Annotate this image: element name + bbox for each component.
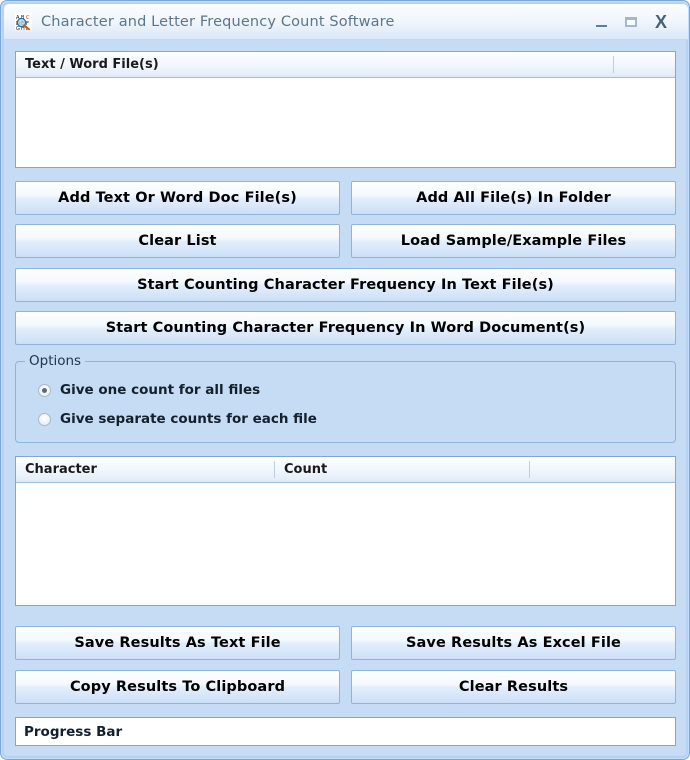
file-list-panel[interactable]: Text / Word File(s) — [15, 51, 676, 168]
clear-results-button[interactable]: Clear Results — [351, 670, 676, 704]
results-column-character[interactable]: Character — [25, 457, 97, 482]
results-column-divider-2[interactable] — [529, 461, 530, 478]
add-text-or-word-doc-files-button[interactable]: Add Text Or Word Doc File(s) — [15, 181, 340, 215]
radio-give-one-count-for-all-files[interactable]: Give one count for all files — [38, 382, 260, 398]
radio-indicator-one-count[interactable] — [38, 383, 51, 397]
results-table-body[interactable] — [16, 483, 675, 605]
results-column-divider-1[interactable] — [274, 461, 275, 478]
application-window: A B C D E F G H I Character and Letter F… — [0, 0, 690, 760]
minimize-button[interactable] — [586, 8, 616, 36]
file-list-header: Text / Word File(s) — [16, 52, 675, 78]
file-list-column-files[interactable]: Text / Word File(s) — [25, 52, 159, 77]
maximize-button[interactable] — [616, 8, 646, 36]
radio-indicator-separate-counts[interactable] — [38, 412, 51, 426]
radio-label-separate-counts: Give separate counts for each file — [60, 411, 317, 427]
save-results-as-excel-file-button[interactable]: Save Results As Excel File — [351, 626, 676, 660]
progress-bar-label: Progress Bar — [24, 723, 123, 740]
add-all-files-in-folder-button[interactable]: Add All File(s) In Folder — [351, 181, 676, 215]
results-table-panel[interactable]: Character Count — [15, 456, 676, 606]
file-list-body[interactable] — [16, 78, 675, 167]
progress-bar: Progress Bar — [15, 717, 676, 746]
title-bar[interactable]: A B C D E F G H I Character and Letter F… — [4, 4, 688, 40]
app-letters-magnifier-icon: A B C D E F G H I — [15, 13, 32, 32]
window-controls: X — [586, 4, 688, 39]
options-legend: Options — [25, 353, 86, 369]
window-title: Character and Letter Frequency Count Sof… — [41, 13, 395, 30]
load-sample-example-files-button[interactable]: Load Sample/Example Files — [351, 224, 676, 258]
save-results-as-text-file-button[interactable]: Save Results As Text File — [15, 626, 340, 660]
file-list-column-divider[interactable] — [613, 56, 614, 73]
options-groupbox: Options Give one count for all files Giv… — [15, 353, 676, 443]
start-counting-word-documents-button[interactable]: Start Counting Character Frequency In Wo… — [15, 311, 676, 345]
clear-list-button[interactable]: Clear List — [15, 224, 340, 258]
start-counting-text-files-button[interactable]: Start Counting Character Frequency In Te… — [15, 268, 676, 302]
results-table-header: Character Count — [16, 457, 675, 483]
copy-results-to-clipboard-button[interactable]: Copy Results To Clipboard — [15, 670, 340, 704]
radio-label-one-count: Give one count for all files — [60, 382, 261, 398]
results-column-count[interactable]: Count — [284, 457, 327, 482]
close-button[interactable]: X — [646, 8, 676, 36]
radio-give-separate-counts-for-each-file[interactable]: Give separate counts for each file — [38, 411, 317, 427]
